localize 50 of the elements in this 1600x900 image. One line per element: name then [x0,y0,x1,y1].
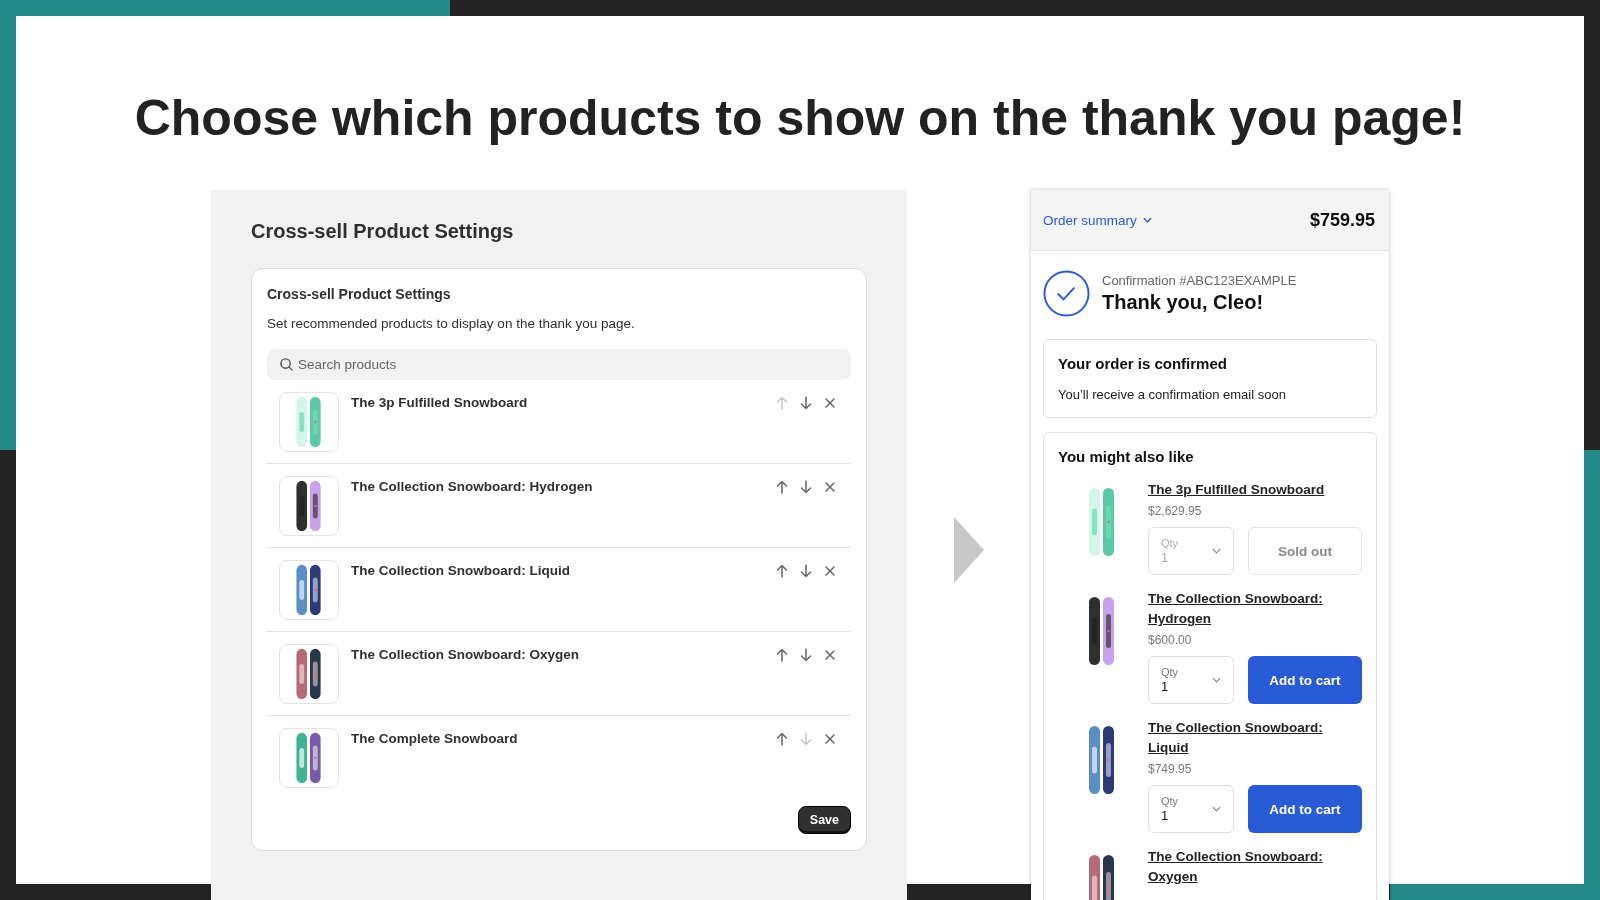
arrow-down-icon [799,648,813,662]
product-price: $749.95 [1148,762,1193,776]
card-description: Set recommended products to display on the thank you page. [267,315,636,333]
product-link[interactable]: The Collection Snowboard: Oxygen [1148,847,1362,887]
arrow-up-icon [775,396,789,410]
card-title: Your order is confirmed [1058,354,1228,373]
search-field[interactable]: Search products [267,349,851,380]
card-text: You’ll receive a confirmation email soon [1058,386,1287,403]
chevron-down-icon [1212,548,1221,554]
add-to-cart-button[interactable]: Add to cart [1248,656,1362,704]
arrow-down-icon [799,564,813,578]
product-name: The Complete Snowboard [351,730,519,748]
arrow-down-icon [799,732,813,746]
check-circle-icon [1043,270,1090,317]
chevron-down-icon [1212,677,1221,683]
product-price: $2,629.95 [1148,504,1203,518]
order-summary-link[interactable]: Order summary [1043,212,1152,228]
product-name: The Collection Snowboard: Liquid [351,562,571,580]
close-icon [823,732,837,746]
product-name: The Collection Snowboard: Hydrogen [351,478,594,496]
headline: Choose which products to show on the thank you page! [133,89,1467,148]
arrow-icon [954,517,984,583]
page-title: Cross-sell Product Settings [251,219,515,244]
quantity-select[interactable]: Qty 1 [1148,656,1234,704]
card-title: Cross-sell Product Settings [267,285,452,303]
product-link[interactable]: The Collection Snowboard: Hydrogen [1148,589,1362,629]
quantity-select[interactable]: Qty 1 [1148,785,1234,833]
add-to-cart-button[interactable]: Add to cart [1248,785,1362,833]
thank-you-heading: Thank you, Cleo! [1102,290,1265,315]
product-price: $600.00 [1148,633,1193,647]
save-button[interactable]: Save [797,806,851,834]
product-name: The Collection Snowboard: Oxygen [351,646,581,664]
arrow-up-icon [775,480,789,494]
search-icon [279,357,294,372]
card-title: You might also like [1058,447,1195,466]
close-icon [823,564,837,578]
chevron-down-icon [1212,806,1221,812]
arrow-down-icon [799,480,813,494]
arrow-down-icon [799,396,813,410]
chevron-down-icon [1142,217,1152,223]
order-total: $759.95 [1309,209,1375,231]
arrow-up-icon [775,564,789,578]
close-icon [823,480,837,494]
product-name: The 3p Fulfilled Snowboard [351,394,529,412]
close-icon [823,648,837,662]
arrow-up-icon [775,732,789,746]
close-icon [823,396,837,410]
confirmation-number: Confirmation #ABC123EXAMPLE [1102,272,1297,289]
product-link[interactable]: The Collection Snowboard: Liquid [1148,718,1362,758]
arrow-up-icon [775,648,789,662]
